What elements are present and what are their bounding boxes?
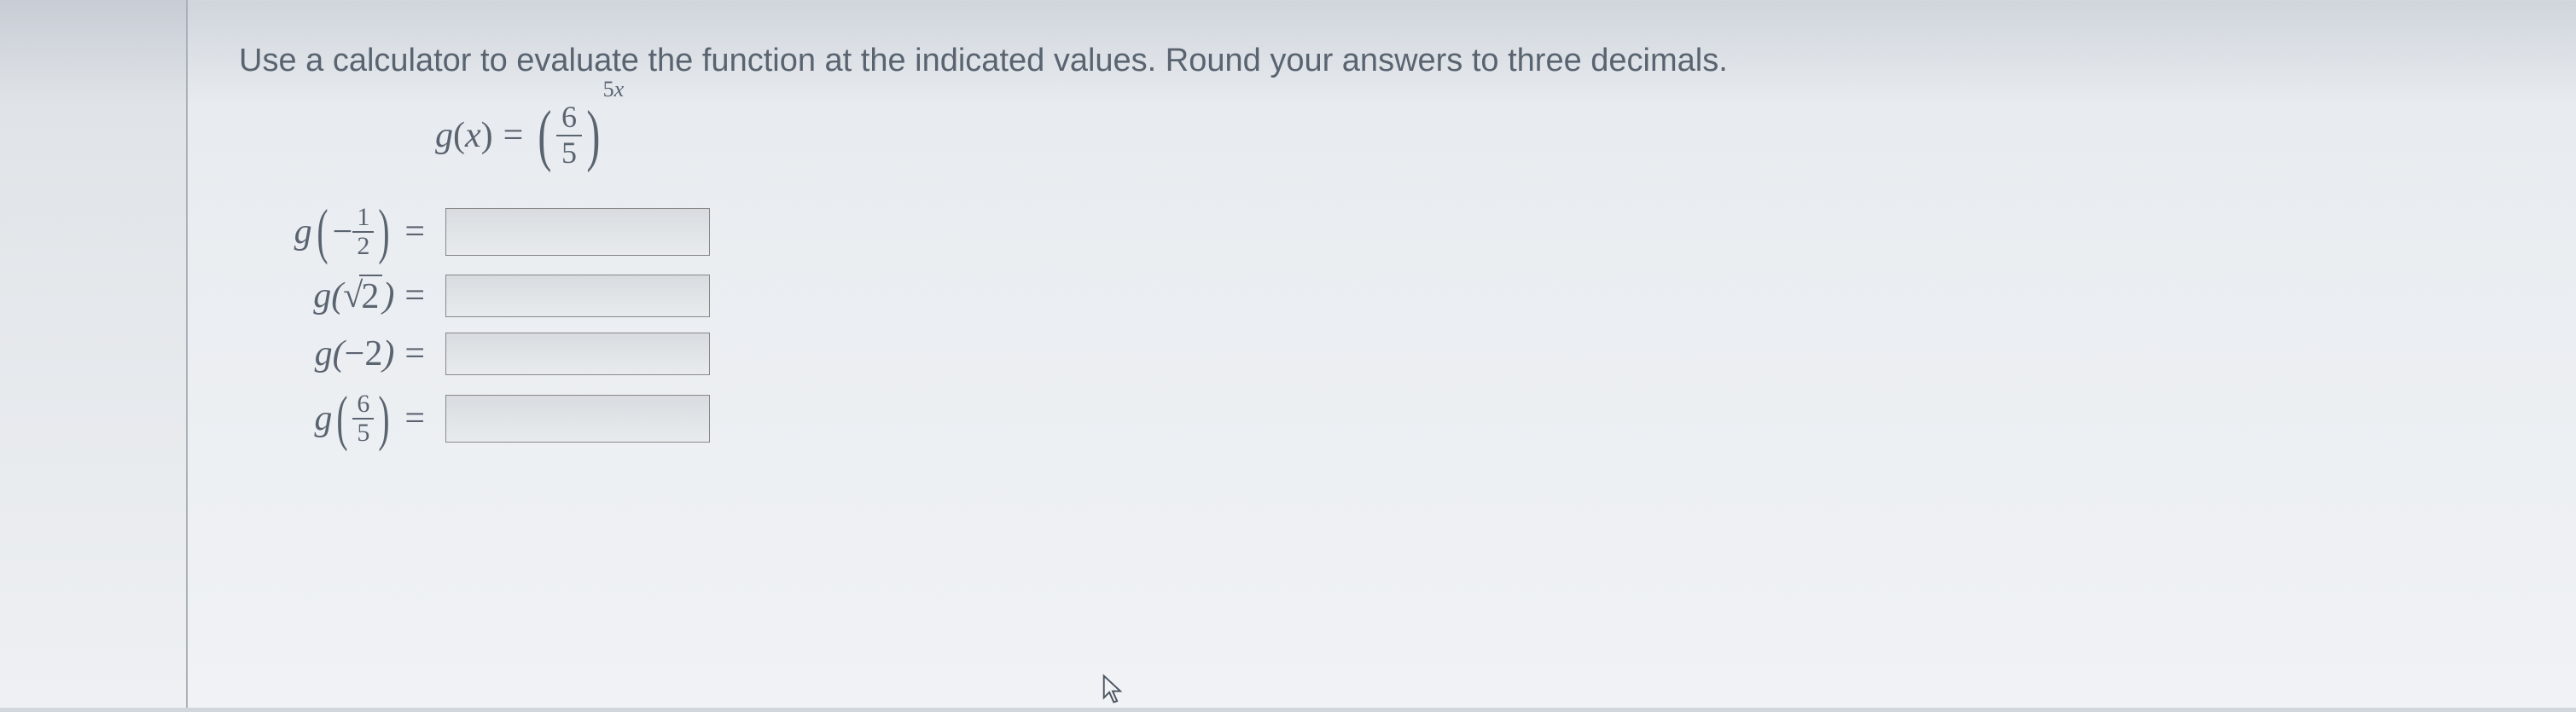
open-paren-icon: ( bbox=[337, 397, 348, 439]
close-paren-icon: ) bbox=[379, 210, 390, 252]
answer-row-3: g ( − 2 ) = bbox=[239, 333, 2525, 375]
close-paren: ) bbox=[382, 275, 394, 316]
close-paren-icon: ) bbox=[379, 397, 390, 439]
instruction-text: Use a calculator to evaluate the functio… bbox=[239, 43, 2525, 79]
answer-input-4[interactable] bbox=[445, 395, 710, 443]
base-denominator: 5 bbox=[556, 136, 582, 171]
sqrt-arg: 2 bbox=[359, 275, 382, 317]
arg-den: 2 bbox=[352, 233, 374, 260]
answer-input-1[interactable] bbox=[445, 208, 710, 256]
arg-fraction: 1 2 bbox=[352, 204, 374, 259]
function-definition: g ( x ) = ( 6 5 ) 5x bbox=[435, 101, 2525, 170]
base-fraction: 6 5 bbox=[556, 101, 582, 170]
g-label: g bbox=[313, 275, 331, 316]
arg-num: 1 bbox=[352, 204, 374, 233]
equals-sign: = bbox=[404, 211, 425, 252]
close-paren: ) bbox=[481, 115, 493, 156]
function-variable: x bbox=[465, 115, 481, 156]
answer-input-2[interactable] bbox=[445, 275, 710, 317]
arg-num: 6 bbox=[352, 391, 374, 420]
left-margin-panel bbox=[0, 0, 188, 708]
g-label: g bbox=[315, 333, 333, 374]
arg-den: 5 bbox=[352, 420, 374, 447]
open-paren-icon: ( bbox=[317, 210, 328, 252]
close-big-paren: ) bbox=[586, 108, 600, 163]
function-name: g bbox=[435, 115, 453, 156]
answer-label-2: g ( √ 2 ) = bbox=[239, 275, 435, 317]
answer-label-3: g ( − 2 ) = bbox=[239, 333, 435, 374]
cursor-icon bbox=[1101, 674, 1125, 712]
arg-fraction: 6 5 bbox=[352, 391, 374, 446]
base-numerator: 6 bbox=[556, 101, 582, 136]
exp-variable: x bbox=[614, 77, 625, 101]
open-big-paren: ( bbox=[538, 108, 552, 163]
equals-sign: = bbox=[404, 398, 425, 439]
answer-row-4: g ( 6 5 ) = bbox=[239, 391, 2525, 446]
equals-sign: = bbox=[503, 115, 524, 156]
sqrt-expression: √ 2 bbox=[343, 275, 382, 317]
close-paren: ) bbox=[382, 333, 394, 374]
open-paren: ( bbox=[331, 275, 343, 316]
open-paren: ( bbox=[333, 333, 345, 374]
question-content: Use a calculator to evaluate the functio… bbox=[0, 0, 2576, 504]
answer-row-1: g ( − 1 2 ) = bbox=[239, 204, 2525, 259]
equals-sign: = bbox=[404, 333, 425, 374]
minus-sign: − bbox=[345, 333, 365, 374]
answer-label-4: g ( 6 5 ) = bbox=[239, 391, 435, 446]
open-paren: ( bbox=[453, 115, 465, 156]
minus-sign: − bbox=[333, 211, 353, 252]
g-label: g bbox=[294, 211, 312, 252]
exponent: 5x bbox=[603, 77, 625, 102]
exp-coefficient: 5 bbox=[603, 77, 614, 101]
arg-value: 2 bbox=[364, 333, 382, 374]
base-fraction-wrap: ( 6 5 ) bbox=[533, 101, 604, 170]
g-label: g bbox=[314, 398, 332, 439]
equals-sign: = bbox=[404, 275, 425, 316]
answer-row-2: g ( √ 2 ) = bbox=[239, 275, 2525, 317]
answer-input-3[interactable] bbox=[445, 333, 710, 375]
answer-label-1: g ( − 1 2 ) = bbox=[239, 204, 435, 259]
